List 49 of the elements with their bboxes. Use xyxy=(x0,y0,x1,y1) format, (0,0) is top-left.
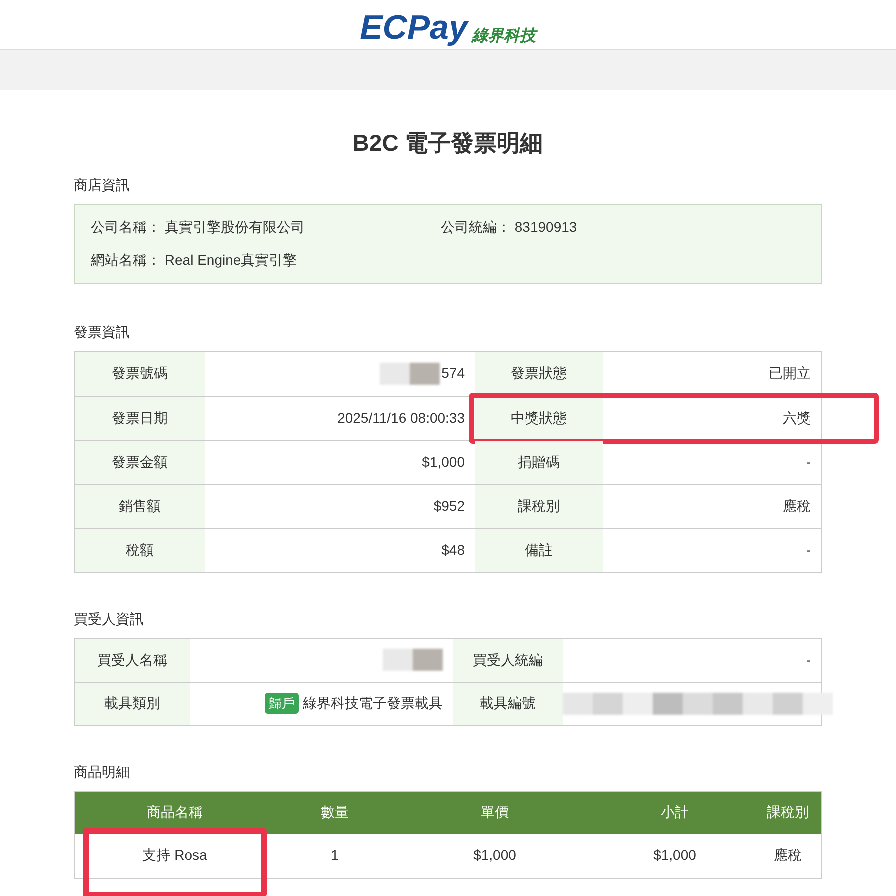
section-heading: 發票資訊 xyxy=(74,322,131,342)
section-heading: 商品明細 xyxy=(74,762,131,782)
field-value: $48 xyxy=(442,540,465,560)
field-label: 買受人名稱 xyxy=(98,650,168,670)
blurred-text xyxy=(380,362,440,384)
column-header: 單價 xyxy=(481,803,509,822)
column-header: 數量 xyxy=(321,803,349,822)
field-value: 綠界科技電子發票載具 xyxy=(303,694,443,713)
field-label: 發票狀態 xyxy=(511,364,567,383)
field-value: 574 xyxy=(442,364,465,383)
field-value: 2025/11/16 08:00:33 xyxy=(338,408,465,428)
field-value: 已開立 xyxy=(769,364,811,383)
field-label: 銷售額 xyxy=(119,496,161,516)
field-label: 發票號碼 xyxy=(112,364,168,383)
field-value: - xyxy=(806,452,811,472)
field-value: $952 xyxy=(434,496,465,516)
field-value: - xyxy=(806,540,811,560)
store-field: 網站名稱： Real Engine真實引擎 xyxy=(91,250,441,270)
field-label: 稅額 xyxy=(126,540,154,560)
store-field: 公司名稱： 真實引擎股份有限公司 xyxy=(91,216,441,238)
field-label: 買受人統編 xyxy=(473,650,543,670)
store-field: 公司統編： 83190913 xyxy=(441,216,805,238)
blurred-text xyxy=(383,649,443,671)
field-value: $1,000 xyxy=(422,452,465,472)
table-cell-text: 應稅 xyxy=(774,846,802,865)
field-label: 載具編號 xyxy=(480,694,536,713)
column-header: 商品名稱 xyxy=(147,803,203,822)
badge: 歸戶 xyxy=(265,692,299,714)
logo-wordmark: ECPay xyxy=(360,11,468,45)
field-label: 載具類別 xyxy=(104,694,160,713)
table-cell-text: $1,000 xyxy=(654,846,696,865)
field-label: 中獎狀態 xyxy=(511,408,567,428)
field-value: - xyxy=(806,650,811,670)
field-label: 發票日期 xyxy=(112,408,168,428)
table-cell-text: $1,000 xyxy=(474,846,516,865)
column-header: 小計 xyxy=(661,803,689,822)
table-cell-text: 1 xyxy=(331,846,339,865)
field-label: 發票金額 xyxy=(112,452,168,472)
field-label: 捐贈碼 xyxy=(518,452,560,472)
column-header: 課稅別 xyxy=(767,803,809,822)
logo-tagline: 綠界科技 xyxy=(472,29,536,45)
section-heading: 商店資訊 xyxy=(74,176,131,194)
field-label: 課稅別 xyxy=(518,496,560,516)
field-label: 備註 xyxy=(525,540,553,560)
section-heading: 買受人資訊 xyxy=(74,610,145,628)
field-value: 應稅 xyxy=(783,496,811,516)
page-title: B2C 電子發票明細 xyxy=(352,129,544,158)
table-cell-text: 支持 Rosa xyxy=(142,846,208,865)
field-value: 六獎 xyxy=(783,408,811,428)
